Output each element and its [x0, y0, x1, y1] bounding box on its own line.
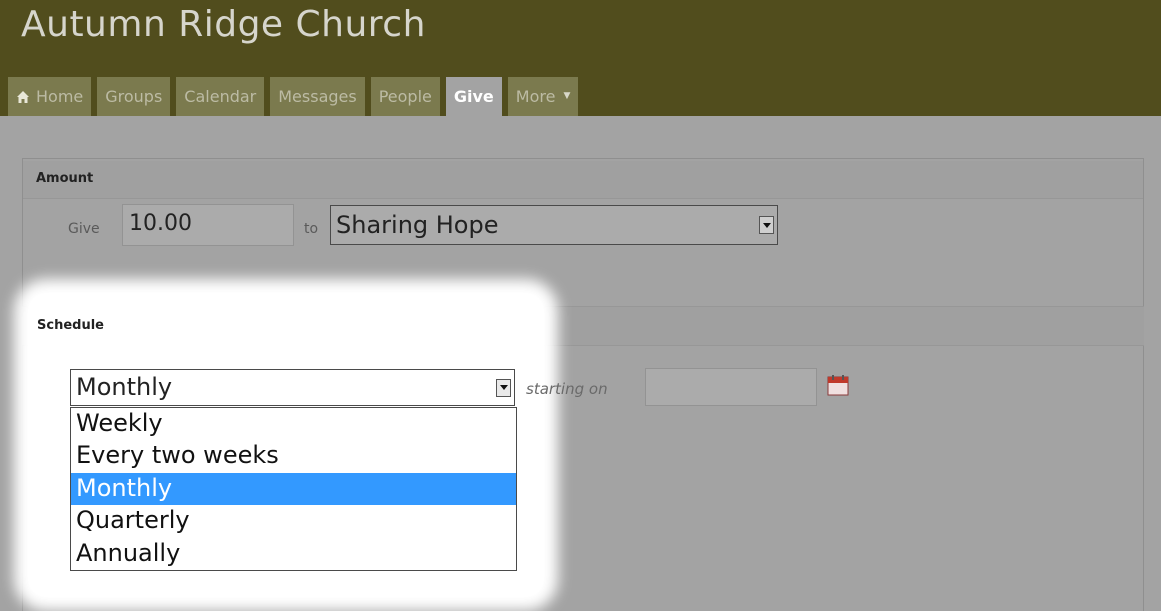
amount-section-header: Amount: [23, 161, 1143, 199]
dropdown-option-weekly[interactable]: Weekly: [71, 408, 516, 440]
starting-on-label: starting on: [526, 380, 608, 398]
schedule-section-title: Schedule: [37, 318, 104, 333]
chevron-down-icon: [499, 385, 508, 390]
tab-give[interactable]: Give: [445, 77, 502, 116]
dropdown-option-monthly[interactable]: Monthly: [71, 472, 516, 506]
frequency-select-arrow[interactable]: [495, 371, 512, 404]
tab-people-label: People: [378, 87, 432, 106]
dropdown-option-annually[interactable]: Annually: [71, 538, 516, 570]
tab-home-label: Home: [36, 87, 84, 106]
amount-section-title: Amount: [36, 171, 94, 186]
tab-people[interactable]: People: [370, 77, 440, 116]
tab-more-label: More: [515, 87, 556, 106]
site-title: Autumn Ridge Church: [21, 4, 426, 45]
caret-down-icon: ▼: [563, 91, 571, 101]
frequency-select-value: Monthly: [76, 373, 173, 401]
tab-calendar-label: Calendar: [184, 87, 257, 106]
amount-input[interactable]: 10.00: [122, 204, 294, 246]
fund-select-value: Sharing Hope: [336, 211, 499, 239]
dropdown-option-every-two-weeks[interactable]: Every two weeks: [71, 440, 516, 472]
give-label: Give: [68, 221, 100, 237]
calendar-icon[interactable]: [826, 374, 850, 396]
frequency-dropdown-list: Weekly Every two weeks Monthly Quarterly…: [70, 407, 517, 571]
chevron-down-icon: [762, 222, 771, 228]
tab-give-label: Give: [453, 87, 494, 106]
frequency-select[interactable]: Monthly: [70, 369, 515, 406]
fund-select[interactable]: Sharing Hope: [330, 205, 778, 245]
start-date-input[interactable]: [645, 368, 817, 406]
tab-messages[interactable]: Messages: [270, 77, 365, 116]
site-header: Autumn Ridge Church Home Groups Calendar…: [0, 0, 1161, 116]
dropdown-option-quarterly[interactable]: Quarterly: [71, 505, 516, 537]
tab-more[interactable]: More ▼: [507, 77, 579, 116]
tab-groups-label: Groups: [105, 87, 163, 106]
tab-messages-label: Messages: [278, 87, 357, 106]
home-icon: [17, 90, 29, 103]
tab-groups[interactable]: Groups: [97, 77, 171, 116]
to-label: to: [304, 221, 319, 237]
tab-calendar[interactable]: Calendar: [176, 77, 265, 116]
tab-home[interactable]: Home: [8, 77, 92, 116]
fund-select-arrow[interactable]: [758, 208, 775, 242]
main-nav: Home Groups Calendar Messages People Giv…: [8, 77, 579, 116]
